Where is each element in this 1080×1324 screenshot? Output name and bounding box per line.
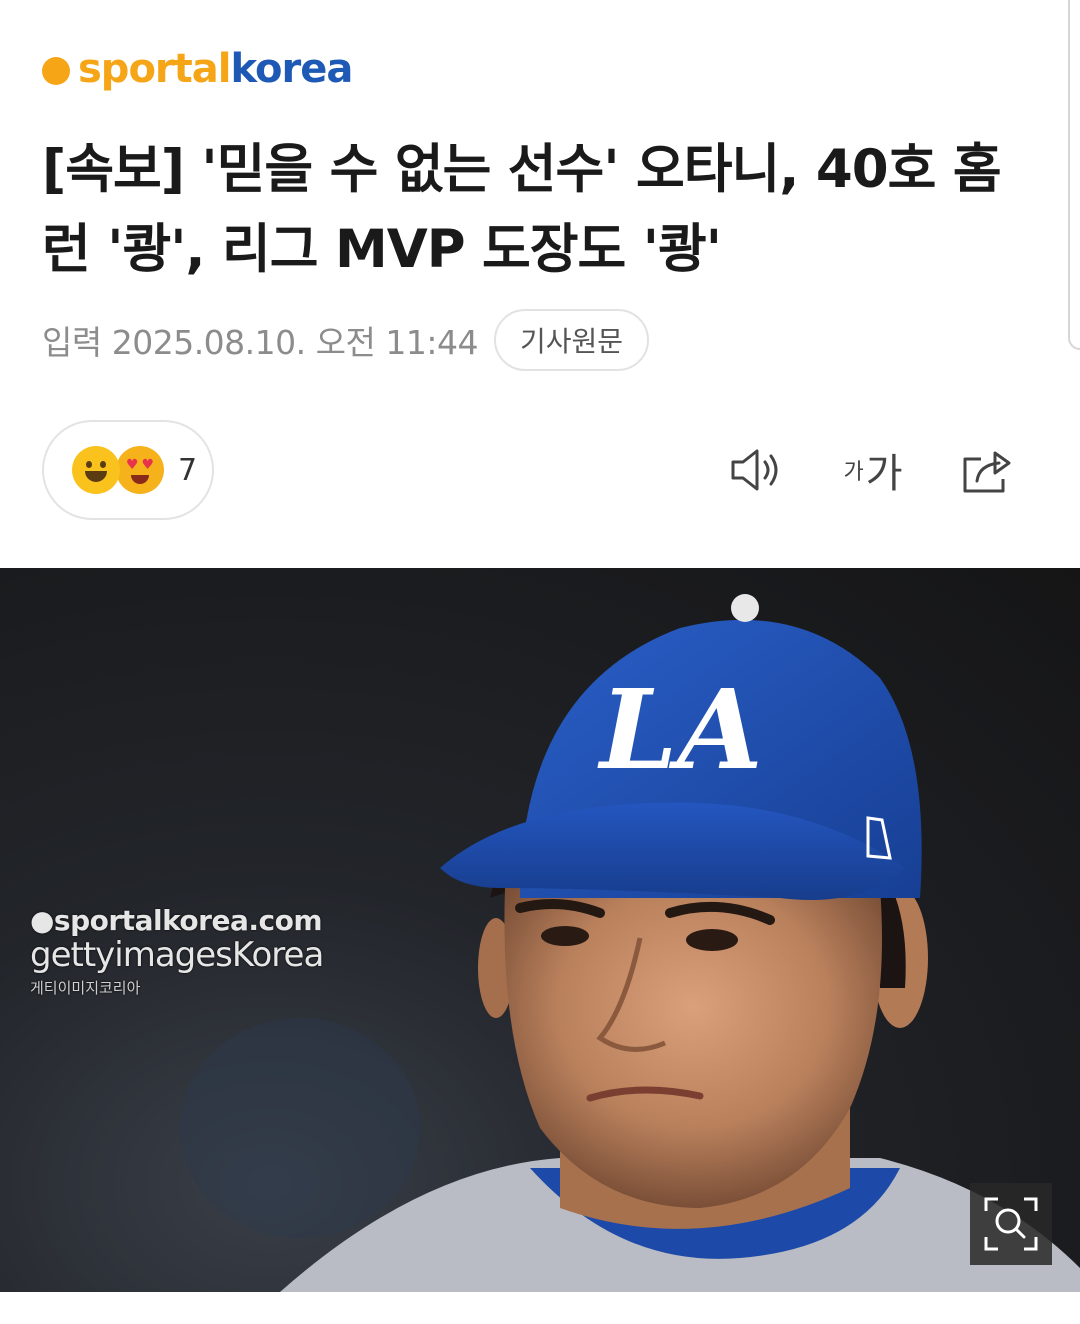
heart-eyes-emoji-icon: ♥ ♥	[116, 446, 164, 494]
smile-emoji-icon	[72, 446, 120, 494]
article-photo[interactable]: LA ●sportalkorea.com gettyimagesKorea 게티…	[0, 568, 1080, 1292]
svg-text:LA: LA	[597, 665, 763, 794]
photo-watermark: ●sportalkorea.com gettyimagesKorea 게티이미지…	[30, 904, 324, 998]
zoom-icon[interactable]	[970, 1183, 1052, 1265]
article-date: 입력 2025.08.10. 오전 11:44	[42, 323, 478, 362]
watermark-sportalkorea: ●sportalkorea.com	[30, 904, 323, 937]
reaction-count: 7	[178, 452, 198, 488]
original-article-button[interactable]: 기사원문	[493, 309, 649, 371]
share-icon[interactable]	[958, 440, 1016, 500]
font-size-small-label: 가	[843, 460, 864, 485]
logo-text-korea: korea	[230, 46, 353, 92]
article-meta: 입력 2025.08.10. 오전 11:44 기사원문	[42, 308, 649, 372]
speaker-icon[interactable]	[726, 440, 786, 500]
scroll-edge-indicator	[1068, 0, 1080, 350]
logo-dot	[42, 57, 70, 85]
reaction-button[interactable]: ♥ ♥ 7	[42, 420, 214, 520]
site-logo[interactable]: sportal korea	[42, 44, 353, 94]
font-size-large-label: 가	[865, 451, 903, 497]
watermark-getty: gettyimagesKorea	[30, 935, 324, 975]
font-size-icon[interactable]: 가가	[838, 440, 908, 500]
logo-text-sportal: sportal	[78, 46, 231, 92]
watermark-getty-korean: 게티이미지코리아	[30, 979, 141, 997]
article-headline: [속보] '믿을 수 없는 선수' 오타니, 40호 홈런 '쾅', 리그 MV…	[42, 139, 1002, 280]
